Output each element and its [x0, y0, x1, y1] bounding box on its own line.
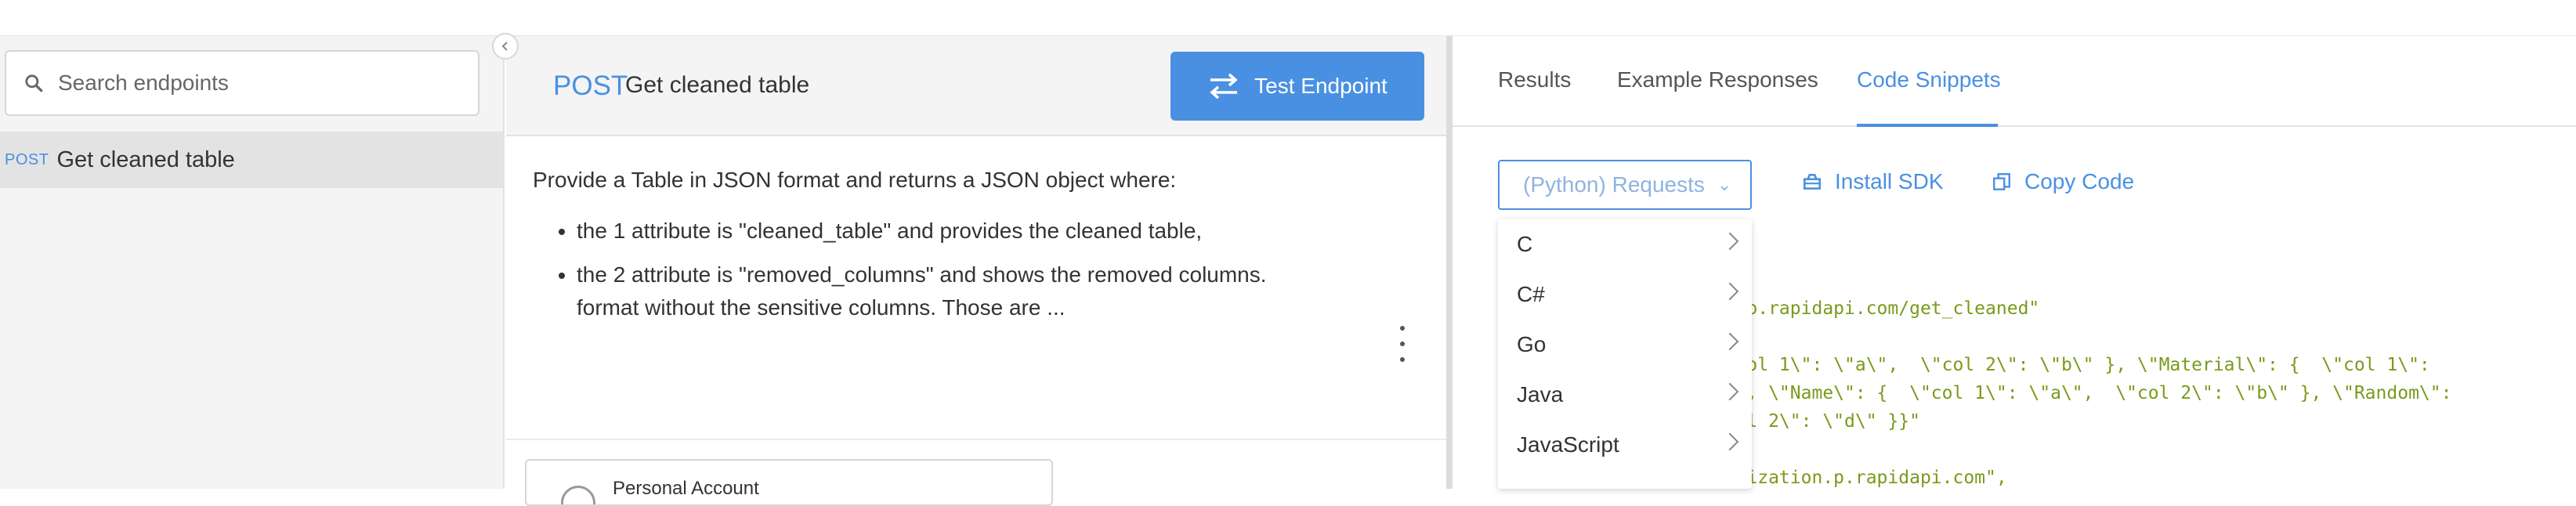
swap-arrows-icon [1210, 73, 1238, 99]
chevron-left-icon [501, 42, 508, 51]
endpoint-details-panel: POST Get cleaned table Test Endpoint Pro… [506, 36, 1446, 506]
chevron-right-icon [1720, 282, 1739, 301]
search-input[interactable]: Search endpoints [5, 50, 479, 116]
menu-item-label: Go [1517, 332, 1547, 356]
account-selector[interactable]: Personal Account [525, 459, 1053, 506]
endpoint-description: Provide a Table in JSON format and retur… [533, 168, 1395, 335]
code-line: onymization.p.rapidapi.com", [1703, 468, 2007, 488]
active-tab-indicator [1857, 124, 1998, 127]
chevron-right-icon [1720, 382, 1739, 401]
more-options-icon[interactable] [1393, 326, 1412, 362]
sidebar-item-get-cleaned-table[interactable]: POST Get cleaned table [0, 132, 503, 188]
tab-bar: Results Example Responses Code Snippets [1453, 36, 2576, 127]
copy-code-label: Copy Code [2024, 169, 2135, 193]
endpoint-sidebar: Search endpoints POST Get cleaned table [0, 36, 505, 489]
install-sdk-label: Install SDK [1835, 169, 1944, 193]
description-bullet: the 1 attribute is "cleaned_table" and p… [577, 215, 1395, 248]
search-placeholder: Search endpoints [58, 70, 229, 95]
code-panel: Results Example Responses Code Snippets … [1453, 36, 2576, 489]
copy-icon [1993, 173, 2010, 190]
description-intro: Provide a Table in JSON format and retur… [533, 168, 1177, 192]
divider [506, 439, 1446, 440]
endpoint-title: Get cleaned table [625, 72, 810, 98]
code-line: \"col 1\": \"a\", \"col 2\": \"b\" }, \"… [1703, 355, 2430, 375]
test-endpoint-label: Test Endpoint [1254, 74, 1387, 98]
description-bullet-line: format without the sensitive columns. Th… [577, 295, 1065, 320]
chevron-right-icon [1720, 432, 1739, 451]
endpoint-method: POST [553, 70, 628, 101]
panel-resize-handle[interactable] [1446, 36, 1453, 489]
install-sdk-button[interactable]: Install SDK [1802, 169, 1944, 194]
account-label: Personal Account [613, 478, 759, 499]
collapse-sidebar-button[interactable] [492, 33, 519, 60]
language-dropdown-menu: C C# Go Java JavaScript [1498, 219, 1752, 489]
menu-item-javascript[interactable]: JavaScript [1498, 420, 1752, 470]
code-line: ion.p.rapidapi.com/get_cleaned" [1703, 298, 2040, 319]
copy-code-button[interactable]: Copy Code [1992, 169, 2134, 194]
menu-item-java[interactable]: Java [1498, 370, 1752, 420]
menu-item-label: C# [1517, 282, 1545, 306]
menu-item-label: C [1517, 232, 1533, 256]
chevron-right-icon [1720, 232, 1739, 251]
code-snippet: ion.p.rapidapi.com/get_cleaned" \"col 1\… [1703, 295, 2451, 492]
tab-code-snippets[interactable]: Code Snippets [1857, 67, 2001, 92]
description-bullet-line: the 2 attribute is "removed_columns" and… [577, 262, 1267, 287]
sidebar-item-label: Get cleaned table [56, 146, 235, 172]
endpoint-method-badge: POST [5, 150, 49, 168]
menu-item-c[interactable]: C [1498, 219, 1752, 269]
search-icon [25, 74, 43, 92]
tab-results[interactable]: Results [1498, 67, 1571, 92]
language-select-value: (Python) Requests [1523, 172, 1705, 197]
chevron-down-icon: ⌄ [1717, 175, 1732, 194]
language-select[interactable]: (Python) Requests ⌄ [1498, 160, 1752, 210]
menu-item-go[interactable]: Go [1498, 320, 1752, 370]
menu-item-label: Java [1517, 382, 1564, 407]
chevron-right-icon [1720, 332, 1739, 351]
description-bullet: the 2 attribute is "removed_columns" and… [577, 258, 1395, 324]
code-line: \" }, \"Name\": { \"col 1\": \"a\", \"co… [1703, 383, 2452, 403]
tab-example-responses[interactable]: Example Responses [1617, 67, 1818, 92]
package-icon [1803, 174, 1822, 190]
top-bar [0, 0, 2576, 36]
code-line: \"col 2\": \"d\" }}" [1703, 411, 1920, 432]
test-endpoint-button[interactable]: Test Endpoint [1170, 52, 1424, 121]
menu-item-label: JavaScript [1517, 432, 1619, 457]
endpoint-header: POST Get cleaned table Test Endpoint [506, 36, 1446, 136]
menu-item-csharp[interactable]: C# [1498, 269, 1752, 320]
